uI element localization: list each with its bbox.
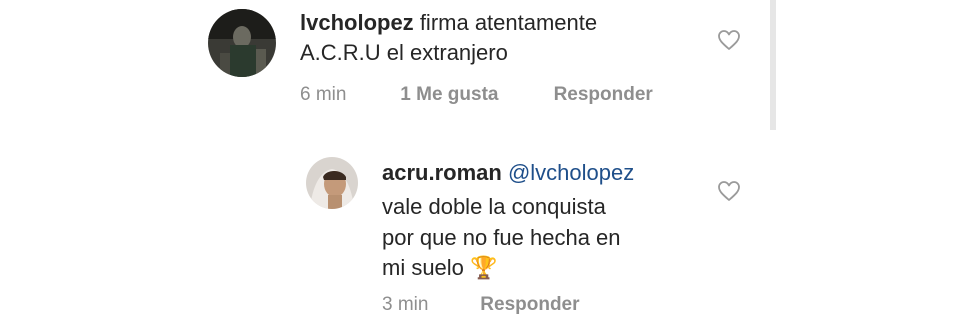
comment-username[interactable]: acru.roman <box>382 160 502 185</box>
reply-button[interactable]: Responder <box>554 84 653 106</box>
comment-item: acru.roman @lvcholopez vale doble la con… <box>0 140 958 319</box>
reply-button[interactable]: Responder <box>480 294 579 316</box>
mention-link[interactable]: @lvcholopez <box>508 160 634 185</box>
trophy-emoji: 🏆 <box>470 255 498 280</box>
comment-body: firma atentamente <box>419 10 598 35</box>
avatar[interactable] <box>306 157 358 209</box>
comment-text-line: acru.roman @lvcholopez <box>382 158 634 188</box>
comment-meta: 3 min Responder <box>382 294 580 316</box>
comment-text-line: lvcholopez firma atentamente <box>300 8 597 38</box>
comment-item: lvcholopez firma atentamente A.C.R.U el … <box>0 0 958 130</box>
likes-count-button[interactable]: 1 Me gusta <box>400 84 548 106</box>
comment-meta: 6 min 1 Me gusta Responder <box>300 84 653 106</box>
comment-body: mi suelo <box>382 255 464 280</box>
comment-username[interactable]: lvcholopez <box>300 10 414 35</box>
heart-outline-icon[interactable] <box>717 29 741 51</box>
comment-text-line: A.C.R.U el extranjero <box>300 40 508 65</box>
avatar[interactable] <box>208 9 276 77</box>
comment-time: 3 min <box>382 294 429 315</box>
comment-text-line: vale doble la conquista <box>382 194 606 219</box>
comment-text-line: por que no fue hecha en <box>382 225 621 250</box>
comment-text-line: mi suelo 🏆 <box>382 253 497 283</box>
comment-time: 6 min <box>300 84 347 105</box>
heart-outline-icon[interactable] <box>717 180 741 202</box>
